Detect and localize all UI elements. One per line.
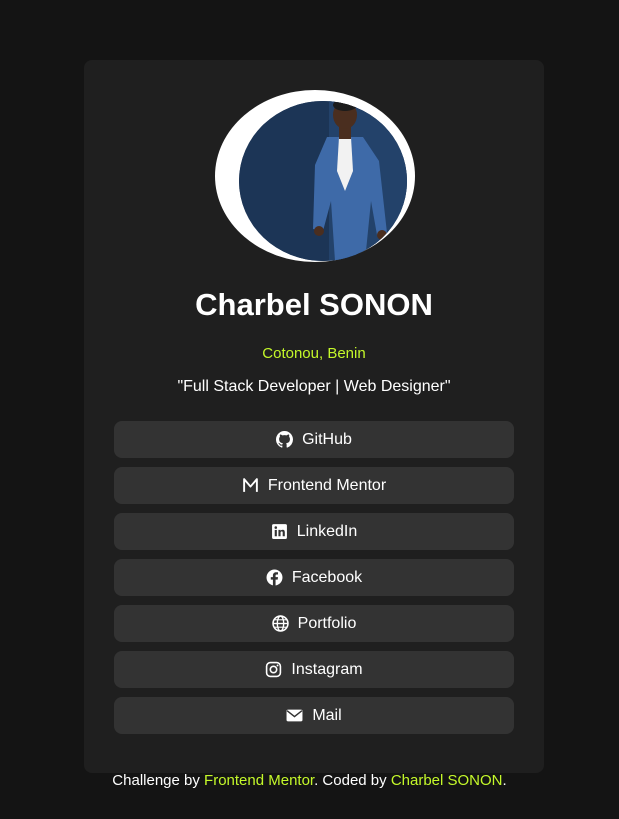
link-github-button[interactable]: GitHub — [114, 421, 514, 458]
profile-name: Charbel SONON — [195, 287, 433, 322]
link-mail-button[interactable]: Mail — [114, 697, 514, 734]
footer-middle: . Coded by — [314, 772, 391, 789]
link-label: Mail — [312, 706, 342, 724]
avatar — [215, 90, 415, 262]
footer-prefix: Challenge by — [112, 772, 205, 789]
challenge-link[interactable]: Frontend Mentor — [204, 772, 314, 789]
footer-suffix: . — [502, 772, 507, 789]
linkedin-icon — [271, 523, 288, 540]
social-links-list: GitHub Frontend Mentor LinkedIn Facebook — [114, 421, 514, 743]
facebook-icon — [266, 569, 283, 586]
link-label: Portfolio — [297, 614, 357, 632]
author-link[interactable]: Charbel SONON — [391, 772, 503, 789]
instagram-icon — [265, 661, 282, 678]
profile-photo — [239, 101, 407, 261]
frontend-mentor-icon — [242, 477, 259, 494]
attribution-footer: Challenge by Frontend Mentor. Coded by C… — [0, 772, 619, 789]
link-frontend-mentor-button[interactable]: Frontend Mentor — [114, 467, 514, 504]
link-portfolio-button[interactable]: Portfolio — [114, 605, 514, 642]
envelope-icon — [286, 707, 303, 724]
link-label: Frontend Mentor — [267, 476, 387, 494]
globe-icon — [271, 615, 289, 632]
link-label: Facebook — [291, 568, 363, 586]
link-label: GitHub — [302, 430, 352, 448]
person-illustration — [239, 101, 407, 261]
profile-location: Cotonou, Benin — [262, 345, 366, 362]
link-linkedin-button[interactable]: LinkedIn — [114, 513, 514, 550]
link-label: LinkedIn — [296, 522, 358, 540]
profile-card: Charbel SONON Cotonou, Benin "Full Stack… — [84, 60, 544, 773]
github-icon — [276, 431, 294, 448]
link-instagram-button[interactable]: Instagram — [114, 651, 514, 688]
link-label: Instagram — [291, 660, 363, 678]
profile-bio: "Full Stack Developer | Web Designer" — [177, 378, 451, 395]
link-facebook-button[interactable]: Facebook — [114, 559, 514, 596]
